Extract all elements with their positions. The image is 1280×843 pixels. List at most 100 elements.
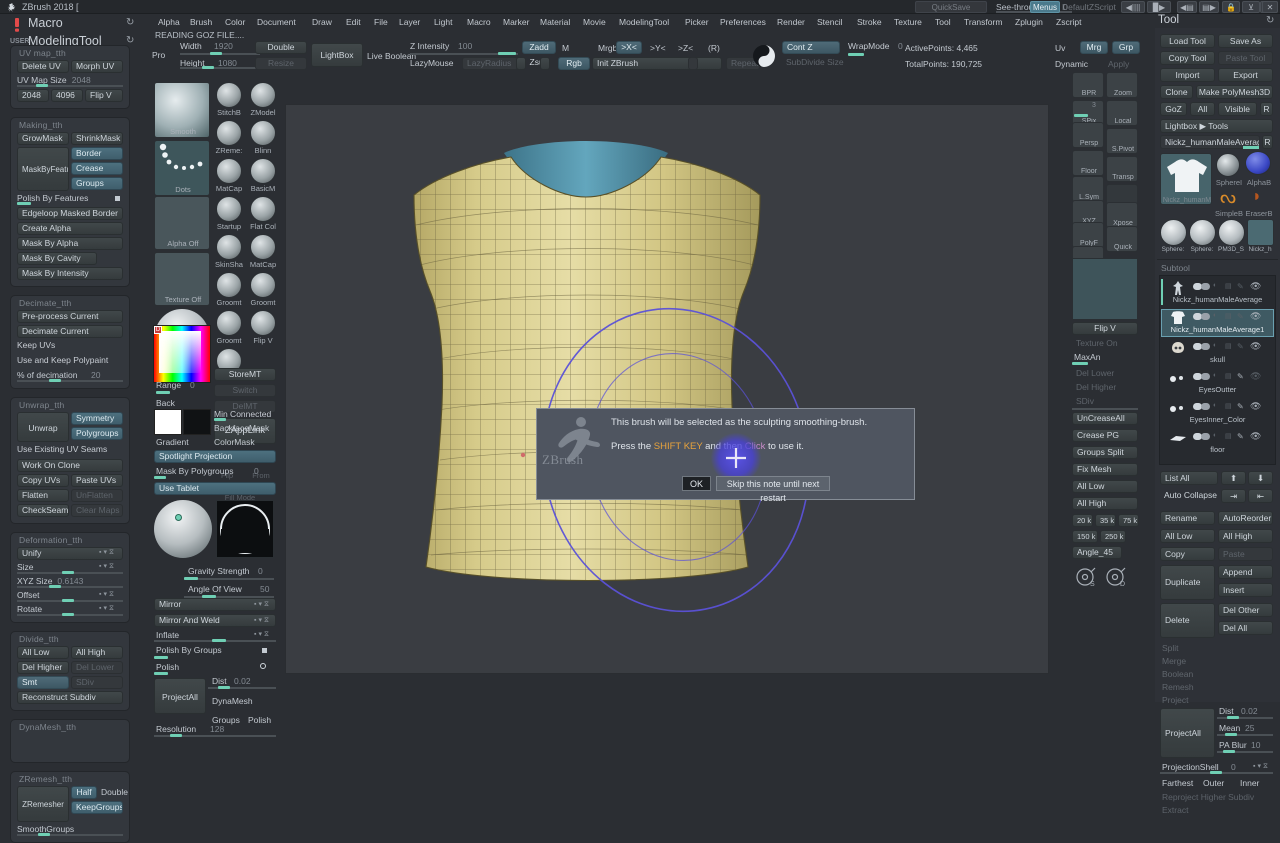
row-button[interactable]: Work On Clone <box>17 459 123 472</box>
mask-by-feature-button[interactable]: MaskByFeatur <box>17 147 69 191</box>
menu-color[interactable]: Color <box>225 17 245 27</box>
insert-button[interactable]: Insert <box>1218 583 1273 597</box>
mirrorweld-axis-icons[interactable]: ▪▾⧖ <box>254 616 271 625</box>
menu-texture[interactable]: Texture <box>894 17 922 27</box>
subtool-icon3-0[interactable]: ◐ <box>1213 282 1221 290</box>
row-button-right[interactable]: Paste UVs <box>71 474 123 487</box>
view-button-quick[interactable]: Quick <box>1106 226 1138 252</box>
menu-macro[interactable]: Macro <box>467 17 491 27</box>
menu-material[interactable]: Material <box>540 17 570 27</box>
lazymouse-label[interactable]: LazyMouse <box>410 58 453 68</box>
visible-button[interactable]: Visible <box>1218 102 1257 116</box>
stroke-thumbnail[interactable]: Dots <box>154 140 210 196</box>
menu-transform[interactable]: Transform <box>964 17 1002 27</box>
material-preview-area[interactable] <box>1072 258 1138 320</box>
mini-thumb-7[interactable] <box>250 196 276 222</box>
subtool-vis-toggle2-3[interactable] <box>1201 373 1210 380</box>
subtool-icon3-2[interactable]: ◐ <box>1213 342 1221 350</box>
view-button-xpose[interactable]: Xpose <box>1106 202 1138 228</box>
polish2-label[interactable]: Polish <box>248 715 271 725</box>
toggle-square[interactable] <box>115 196 120 201</box>
dist-slider-right[interactable] <box>1217 717 1273 719</box>
row-button-1[interactable]: 2048 <box>17 89 49 102</box>
preview-sphere-icon[interactable] <box>750 44 778 68</box>
smt-button[interactable]: Smt <box>17 676 69 689</box>
axis-icons[interactable]: ▪▾⧖ <box>99 562 116 571</box>
clone-button[interactable]: Clone <box>1160 85 1193 99</box>
all-button[interactable]: All <box>1190 102 1215 116</box>
x-axis-button[interactable]: >X< <box>616 41 642 54</box>
keepgroups-button[interactable]: KeepGroups <box>71 801 123 814</box>
auto-collapse-label[interactable]: Auto Collapse <box>1160 489 1218 503</box>
color-picker-square[interactable] <box>159 331 201 373</box>
subtool-icon3-3[interactable]: ◐ <box>1213 372 1221 380</box>
view-button-local[interactable]: Local <box>1106 100 1138 126</box>
rgb-button[interactable]: Rgb <box>558 57 590 70</box>
tool-mini-alphab[interactable] <box>1245 151 1271 175</box>
tool-mini-simpleb[interactable]: ᔓ <box>1216 187 1240 209</box>
polish-groups-toggle[interactable] <box>262 648 267 653</box>
preset-20k[interactable]: 20 k <box>1072 514 1093 527</box>
subtool-paint-icon-5[interactable]: ✎ <box>1237 432 1245 441</box>
projectall-button-right[interactable]: ProjectAll <box>1160 708 1215 758</box>
subtool-paint-icon-0[interactable]: ✎ <box>1237 282 1245 291</box>
row-button-left[interactable]: All Low <box>17 646 69 659</box>
tool-button-import[interactable]: Import <box>1160 68 1215 82</box>
menu-alpha[interactable]: Alpha <box>158 17 180 27</box>
double-button[interactable]: Double <box>101 787 128 797</box>
mirror-axis-icons[interactable]: ▪▾⧖ <box>254 600 271 609</box>
view-button-floor[interactable]: Floor <box>1072 150 1104 176</box>
view-button-s-pivot[interactable]: S.Pivot <box>1106 128 1138 154</box>
tool-reset-icon[interactable]: ↻ <box>1266 15 1274 26</box>
subtool-eye-icon-1[interactable]: 👁 <box>1250 311 1262 321</box>
row-button-left[interactable]: Delete UV <box>17 60 69 73</box>
row-button[interactable]: Mask By Alpha <box>17 237 123 250</box>
sdiv-slider[interactable] <box>1072 408 1138 410</box>
subtool-vis-toggle2-2[interactable] <box>1201 343 1210 350</box>
view-action-all-low[interactable]: All Low <box>1072 480 1138 493</box>
live-boolean-label[interactable]: Live Boolean <box>367 51 416 61</box>
minimize-icon[interactable]: ⊻ <box>1242 1 1260 13</box>
goz-button[interactable]: GoZ <box>1160 102 1187 116</box>
use-tablet-button[interactable]: Use Tablet <box>154 482 276 495</box>
subtool-paint-icon-4[interactable]: ✎ <box>1237 402 1245 411</box>
mask-option-border[interactable]: Border <box>71 147 123 160</box>
mini-thumb-6[interactable] <box>216 196 242 222</box>
menu-zscript[interactable]: Zscript <box>1056 17 1082 27</box>
zsub-button[interactable]: Zsub <box>522 57 556 70</box>
panel-left-icon[interactable]: ◀▤ <box>1177 1 1197 13</box>
init-zbrush-button[interactable]: Init ZBrush <box>592 57 722 70</box>
mini-thumb-9[interactable] <box>250 234 276 260</box>
make-polymesh3d-button[interactable]: Make PolyMesh3D <box>1196 85 1273 99</box>
mini-thumb-13[interactable] <box>250 310 276 336</box>
subtool-icon4-1[interactable]: ▤ <box>1225 312 1233 320</box>
mini-thumb-11[interactable] <box>250 272 276 298</box>
subtool-icon3-5[interactable]: ◐ <box>1213 432 1221 440</box>
view-action-fix-mesh[interactable]: Fix Mesh <box>1072 463 1138 476</box>
menu-light[interactable]: Light <box>434 17 452 27</box>
axis-icons[interactable]: ▪▾⧖ <box>99 604 116 613</box>
quicksave-button[interactable]: QuickSave <box>915 1 987 13</box>
subtool-eye-icon-5[interactable]: 👁 <box>1250 431 1262 441</box>
row-button-right[interactable]: All High <box>71 646 123 659</box>
menu-picker[interactable]: Picker <box>685 17 709 27</box>
tool-thumb-1[interactable] <box>1189 219 1216 246</box>
gradient-label[interactable]: Gradient <box>156 437 189 447</box>
subtool-button-autoreorder[interactable]: AutoReorder <box>1218 511 1273 525</box>
script-prev-icon[interactable]: ◀|||| <box>1121 1 1145 13</box>
subtool-button-all-low[interactable]: All Low <box>1160 529 1215 543</box>
zremesher-button[interactable]: ZRemesher <box>17 786 69 822</box>
subtool-paint-icon-2[interactable]: ✎ <box>1237 342 1245 351</box>
mask-option-crease[interactable]: Crease <box>71 162 123 175</box>
tool-mini-spherei[interactable] <box>1216 153 1240 177</box>
del-other-button[interactable]: Del Other <box>1218 603 1273 617</box>
row-button-left[interactable]: Copy UVs <box>17 474 69 487</box>
subtool-icon3-1[interactable]: ◐ <box>1213 312 1221 320</box>
menu-layer[interactable]: Layer <box>399 17 420 27</box>
menu-draw[interactable]: Draw <box>312 17 332 27</box>
menu-render[interactable]: Render <box>777 17 805 27</box>
projectall-button[interactable]: ProjectAll <box>154 678 206 714</box>
mini-thumb-10[interactable] <box>216 272 242 298</box>
view-button-transp[interactable]: Transp <box>1106 156 1138 182</box>
mini-thumb-12[interactable] <box>216 310 242 336</box>
